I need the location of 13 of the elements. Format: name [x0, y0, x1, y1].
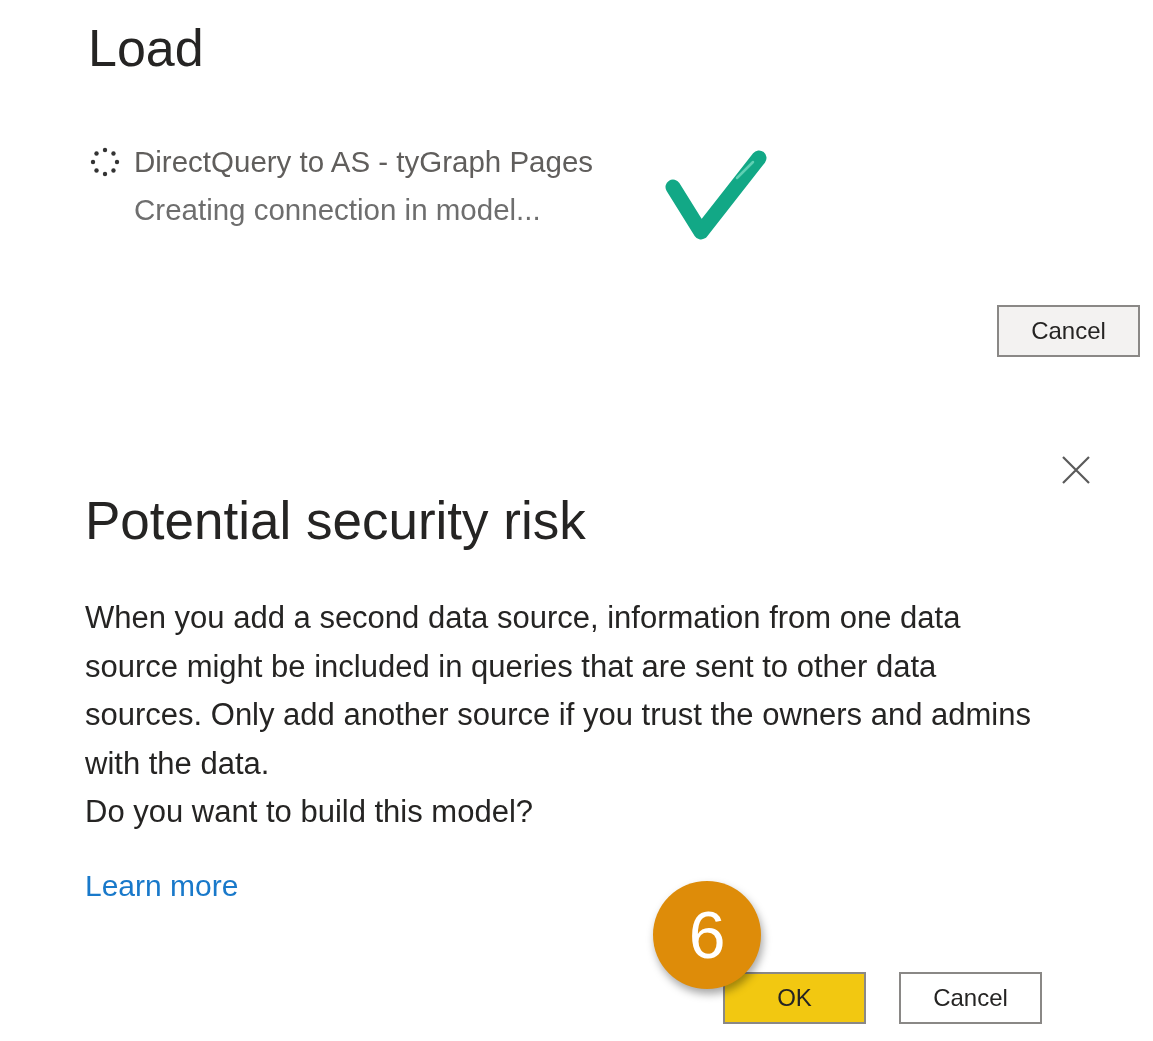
step-badge: 6 [653, 881, 761, 989]
dialog-title: Potential security risk [85, 491, 586, 551]
cancel-button[interactable]: Cancel [997, 305, 1140, 357]
status-text: Creating connection in model... [134, 192, 541, 228]
ok-button[interactable]: OK [723, 971, 866, 1024]
message-text: When you add a second data source, information from one data source might be included in queries that are sent to other data sources. Only add another source if you trust the owners and admins with the data. [85, 599, 1032, 783]
close-icon[interactable] [1062, 456, 1090, 484]
load-title: Load [88, 18, 204, 78]
cancel-button[interactable]: Cancel [899, 971, 1042, 1024]
spinner-icon [90, 147, 120, 177]
question-text: Do you want to build this model? [85, 793, 534, 831]
learn-more-link[interactable]: Learn more [85, 868, 239, 902]
source-name: DirectQuery to AS - tyGraph Pages [134, 144, 594, 180]
